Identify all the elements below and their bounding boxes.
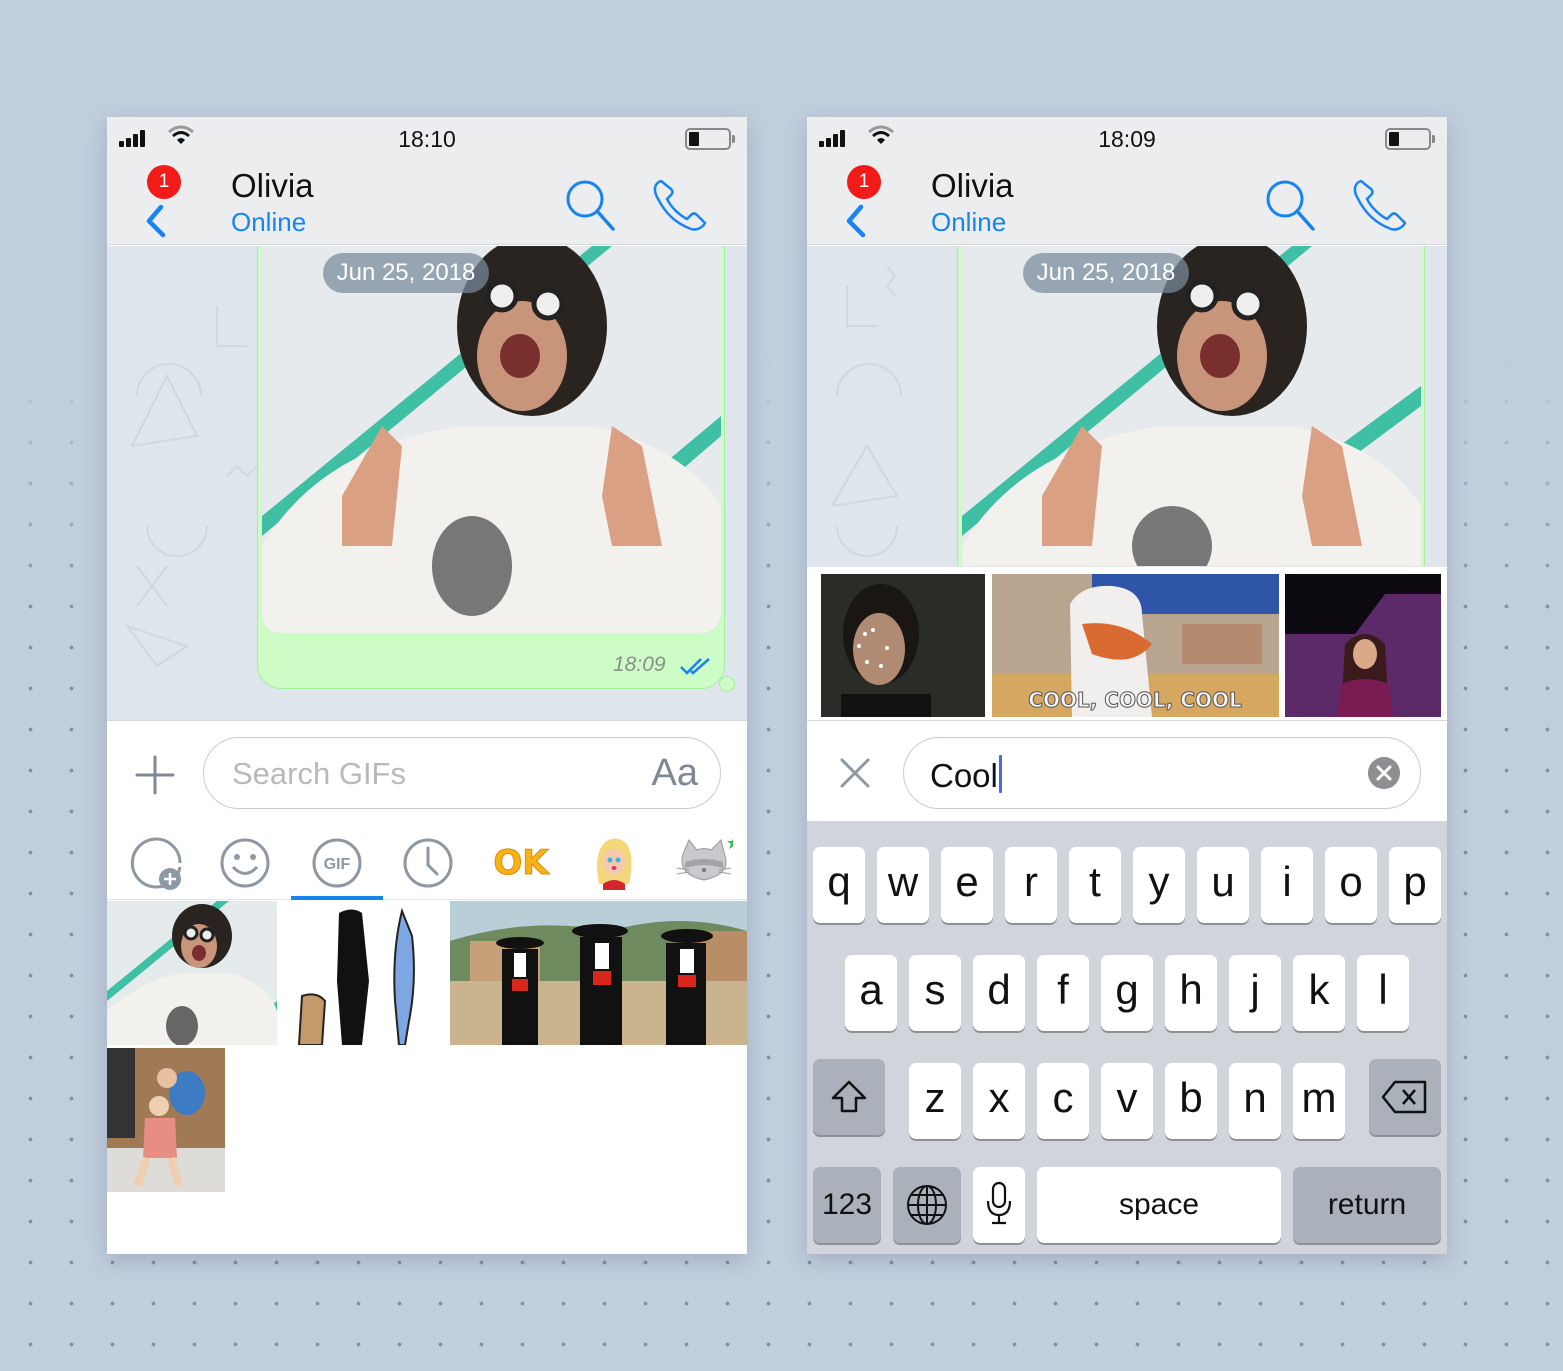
shift-key[interactable] <box>813 1059 885 1135</box>
contact-name[interactable]: Olivia <box>931 167 1014 205</box>
gif-search-results: COOL, COOL, COOL <box>807 566 1447 720</box>
gif-icon[interactable]: GIF <box>308 834 366 892</box>
gif-result-3[interactable] <box>1285 574 1441 717</box>
key-k[interactable]: k <box>1293 955 1345 1031</box>
status-bar: 18:10 <box>107 117 747 161</box>
gif-search-input[interactable]: Search GIFs Aa <box>203 737 721 809</box>
text-style-button[interactable]: Aa <box>652 752 698 795</box>
phone-call-icon[interactable] <box>1351 175 1409 233</box>
status-time: 18:10 <box>398 126 456 152</box>
key-g[interactable]: g <box>1101 955 1153 1031</box>
globe-icon <box>907 1185 947 1225</box>
bubble-tail <box>719 676 735 692</box>
text-caret <box>998 755 1002 793</box>
backspace-key[interactable] <box>1369 1059 1441 1135</box>
key-i[interactable]: i <box>1261 847 1313 923</box>
chat-area: Jun 25, 2018 <box>807 246 1447 566</box>
search-value: Cool <box>930 755 1002 795</box>
key-e[interactable]: e <box>941 847 993 923</box>
key-z[interactable]: z <box>909 1063 961 1139</box>
space-key[interactable]: space <box>1037 1167 1281 1243</box>
sticker-tab-bar: GIF OK <box>107 820 747 900</box>
clock-icon[interactable] <box>399 834 457 892</box>
backspace-icon <box>1381 1080 1427 1114</box>
key-n[interactable]: n <box>1229 1063 1281 1139</box>
key-p[interactable]: p <box>1389 847 1441 923</box>
numbers-key[interactable]: 123 <box>813 1167 881 1243</box>
gif-result-2[interactable]: COOL, COOL, COOL <box>992 574 1279 717</box>
gif-search-bar: Search GIFs Aa <box>107 720 747 820</box>
phone-screen-gif-search: 18:09 1 Olivia Online Jun 25, 2018 COOL,… <box>807 117 1447 1254</box>
message-time: 18:09 <box>613 653 666 676</box>
on-screen-keyboard: qwertyuiop asdfghjkl zxcvbnm 123 space r… <box>807 821 1447 1254</box>
key-j[interactable]: j <box>1229 955 1281 1031</box>
gif-tab-label: GIF <box>324 856 351 873</box>
key-f[interactable]: f <box>1037 955 1089 1031</box>
key-c[interactable]: c <box>1037 1063 1089 1139</box>
girl-sticker-icon[interactable] <box>585 834 643 892</box>
shift-arrow-icon <box>831 1080 867 1113</box>
gif-result-2[interactable] <box>277 901 450 1045</box>
status-bar: 18:09 <box>807 117 1447 161</box>
clear-icon[interactable] <box>1368 757 1400 789</box>
contact-status: Online <box>931 207 1007 237</box>
key-t[interactable]: t <box>1069 847 1121 923</box>
smiley-icon[interactable] <box>216 834 274 892</box>
key-y[interactable]: y <box>1133 847 1185 923</box>
gif-results-grid <box>107 901 747 1254</box>
key-v[interactable]: v <box>1101 1063 1153 1139</box>
new-pack-star-icon <box>727 838 733 849</box>
search-icon[interactable] <box>563 177 619 233</box>
gif-search-bar: Cool <box>807 720 1447 821</box>
status-time: 18:09 <box>1098 126 1156 152</box>
contact-status: Online <box>231 207 307 237</box>
key-s[interactable]: s <box>909 955 961 1031</box>
battery-icon <box>1385 128 1435 150</box>
plus-icon[interactable] <box>131 751 179 799</box>
key-h[interactable]: h <box>1165 955 1217 1031</box>
chat-header: 1 Olivia Online <box>107 161 747 245</box>
unread-badge: 1 <box>147 165 181 199</box>
key-a[interactable]: a <box>845 955 897 1031</box>
search-icon[interactable] <box>1263 177 1319 233</box>
battery-icon <box>685 128 735 150</box>
gif-search-input[interactable]: Cool <box>903 737 1421 809</box>
key-d[interactable]: d <box>973 955 1025 1031</box>
key-w[interactable]: w <box>877 847 929 923</box>
cat-sticker-icon[interactable] <box>675 834 733 892</box>
unread-badge: 1 <box>847 165 881 199</box>
date-separator: Jun 25, 2018 <box>1023 253 1189 293</box>
date-separator: Jun 25, 2018 <box>323 253 489 293</box>
close-icon[interactable] <box>837 755 873 791</box>
chat-area: Jun 25, 2018 18:09 <box>107 246 747 720</box>
globe-key[interactable] <box>893 1167 961 1243</box>
active-tab-indicator <box>291 896 383 900</box>
gif-result-1[interactable] <box>821 574 985 717</box>
message-gif-image[interactable] <box>262 246 721 633</box>
sticker-add-icon[interactable] <box>127 834 185 892</box>
gif-result-4[interactable] <box>107 1048 225 1192</box>
return-key[interactable]: return <box>1293 1167 1441 1243</box>
message-gif-image[interactable] <box>962 246 1421 566</box>
key-q[interactable]: q <box>813 847 865 923</box>
ok-sticker-icon[interactable]: OK <box>489 834 553 892</box>
microphone-icon <box>986 1181 1012 1225</box>
contact-name[interactable]: Olivia <box>231 167 314 205</box>
key-o[interactable]: o <box>1325 847 1377 923</box>
dictation-key[interactable] <box>973 1167 1025 1243</box>
phone-call-icon[interactable] <box>651 175 709 233</box>
gif-result-3[interactable] <box>450 901 747 1045</box>
key-r[interactable]: r <box>1005 847 1057 923</box>
phone-screen-gif-picker: 18:10 1 Olivia Online Jun 25, 2018 18:09 <box>107 117 747 1254</box>
double-check-read-icon <box>680 658 710 675</box>
gif-caption: COOL, COOL, COOL <box>1028 688 1242 712</box>
key-x[interactable]: x <box>973 1063 1025 1139</box>
chat-header: 1 Olivia Online <box>807 161 1447 245</box>
key-u[interactable]: u <box>1197 847 1249 923</box>
key-l[interactable]: l <box>1357 955 1409 1031</box>
gif-result-1[interactable] <box>107 901 277 1045</box>
key-m[interactable]: m <box>1293 1063 1345 1139</box>
search-placeholder: Search GIFs <box>232 756 406 791</box>
key-b[interactable]: b <box>1165 1063 1217 1139</box>
